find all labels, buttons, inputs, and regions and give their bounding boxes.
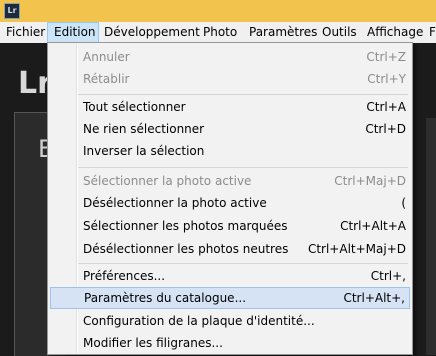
menu-item-parametres-catalogue[interactable]: Paramètres du catalogue... Ctrl+Alt+, [50,287,410,309]
menu-item-shortcut: Ctrl+A [366,100,406,114]
menu-item-inverser-selection[interactable]: Inverser la sélection [50,140,410,162]
menu-outils[interactable]: Outils [322,22,357,43]
menu-item-shortcut: Ctrl+Z [366,50,406,64]
menu-affichage[interactable]: Affichage [367,22,423,43]
menu-item-deselectionner-photos-neutres[interactable]: Désélectionner les photos neutres Ctrl+A… [50,238,410,260]
background-right-panel [426,118,436,355]
menu-developpement[interactable]: Développement [104,22,200,43]
menu-item-label: Désélectionner les photos neutres [83,242,289,256]
menu-item-retablir[interactable]: Rétablir Ctrl+Y [50,68,410,90]
menu-item-annuler[interactable]: Annuler Ctrl+Z [50,46,410,68]
menu-item-label: Rétablir [83,72,130,86]
menu-item-shortcut: Ctrl+, [370,269,406,283]
menu-truncated[interactable]: F [429,22,436,43]
menu-item-label: Paramètres du catalogue... [84,291,247,305]
menu-item-tout-selectionner[interactable]: Tout sélectionner Ctrl+A [50,96,410,118]
menu-item-shortcut: Ctrl+Alt+Maj+D [307,242,406,256]
menu-item-plaque-identite[interactable]: Configuration de la plaque d'identité... [50,310,410,332]
menu-bar: Fichier Edition Développement Photo Para… [0,22,436,44]
menu-separator [78,263,408,264]
title-bar: Lr [0,0,436,22]
menu-fichier[interactable]: Fichier [6,22,45,43]
menu-photo[interactable]: Photo [203,22,237,43]
menu-item-label: Inverser la sélection [83,144,205,158]
menu-item-deselectionner-photo-active[interactable]: Désélectionner la photo active ( [50,192,410,214]
menu-item-shortcut: Ctrl+Alt+, [343,291,405,305]
menu-item-label: Modifier les filigranes... [83,336,223,350]
menu-item-label: Configuration de la plaque d'identité... [83,314,315,328]
menu-item-selectionner-photos-marquees[interactable]: Sélectionner les photos marquées Ctrl+Al… [50,215,410,237]
menu-item-label: Tout sélectionner [83,100,186,114]
menu-item-preferences[interactable]: Préférences... Ctrl+, [50,265,410,287]
menu-item-label: Sélectionner la photo active [83,174,252,188]
menu-item-shortcut: Ctrl+Maj+D [334,174,406,188]
menu-item-shortcut: Ctrl+Y [367,72,406,86]
menu-item-label: Préférences... [83,269,166,283]
menu-separator [78,94,408,95]
menu-item-ne-rien-selectionner[interactable]: Ne rien sélectionner Ctrl+D [50,118,410,140]
menu-item-shortcut: ( [401,196,406,210]
menu-item-shortcut: Ctrl+Alt+A [340,219,406,233]
menu-item-label: Désélectionner la photo active [83,196,267,210]
menu-item-label: Ne rien sélectionner [83,122,205,136]
menu-item-label: Sélectionner les photos marquées [83,219,288,233]
menu-separator [78,167,408,168]
menu-item-selectionner-photo-active[interactable]: Sélectionner la photo active Ctrl+Maj+D [50,170,410,192]
lightroom-app-icon[interactable]: Lr [4,3,20,19]
menu-parametres[interactable]: Paramètres [249,22,317,43]
menu-edition[interactable]: Edition [47,22,99,43]
menu-item-shortcut: Ctrl+D [365,122,406,136]
edition-dropdown-menu: Annuler Ctrl+Z Rétablir Ctrl+Y Tout séle… [47,42,413,355]
menu-item-label: Annuler [83,50,130,64]
menu-item-filigranes[interactable]: Modifier les filigranes... [50,332,410,354]
